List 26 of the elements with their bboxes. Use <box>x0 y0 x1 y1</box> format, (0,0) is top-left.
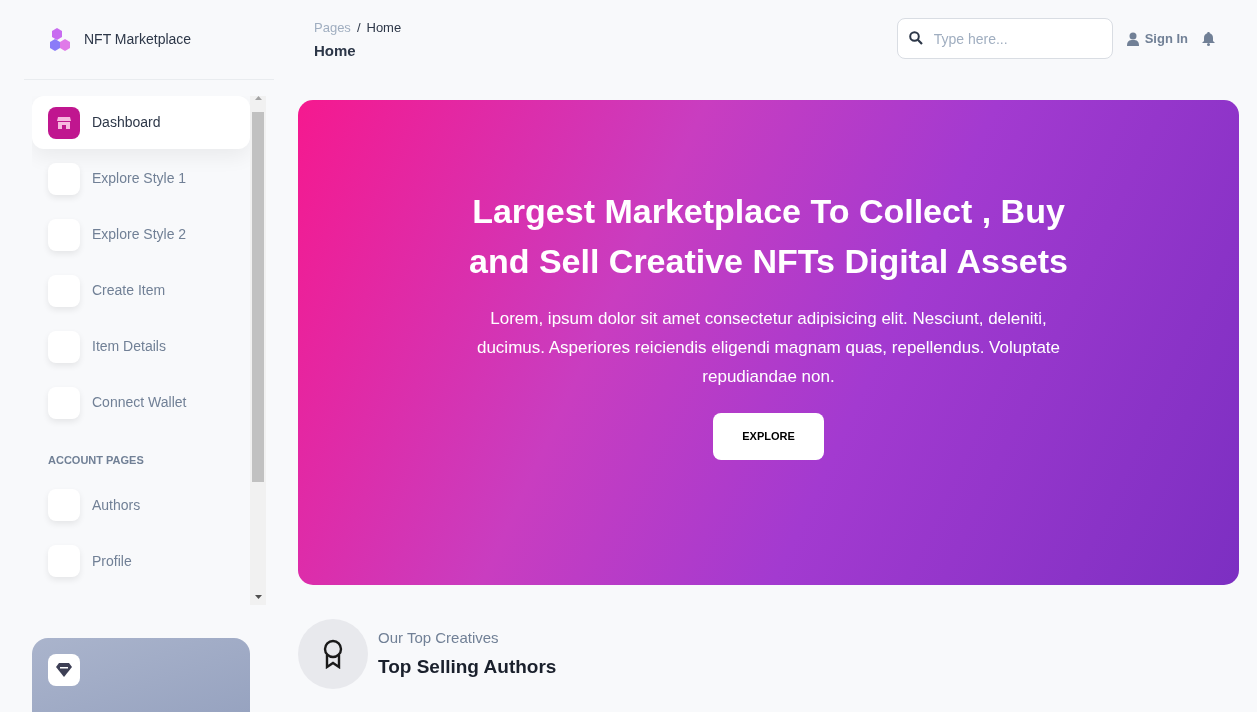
notification-bell-icon[interactable] <box>1202 31 1215 46</box>
section-heading: ACCOUNT PAGES <box>48 453 145 469</box>
section-title: Top Selling Authors <box>378 655 557 679</box>
hero-title: Largest Marketplace To Collect , Buy and Sell Creative NFTs Digital Assets <box>468 191 1069 282</box>
nav-item[interactable]: Profile <box>32 534 250 588</box>
page-title: Home <box>314 40 357 61</box>
nav-item[interactable]: Explore Style 1 <box>32 152 250 206</box>
nav-item[interactable]: Explore Style 2 <box>32 208 250 262</box>
nav-item[interactable]: Connect Wallet <box>32 376 250 430</box>
breadcrumb-separator: / <box>356 19 361 37</box>
brand-name: NFT Marketplace <box>84 30 192 50</box>
nav-item[interactable]: Create Item <box>32 264 250 318</box>
search-field[interactable]: Type here... <box>896 18 1113 59</box>
search-icon <box>908 31 923 45</box>
breadcrumb-current: Home <box>366 19 402 37</box>
section-eyebrow: Our Top Creatives <box>378 627 500 648</box>
user-icon <box>1126 31 1139 46</box>
nav-item[interactable]: Authors <box>32 478 250 532</box>
breadcrumb-link[interactable]: Pages <box>314 18 351 38</box>
nav-item[interactable]: Item Details <box>32 320 250 374</box>
explore-button[interactable]: EXPLORE <box>713 413 824 460</box>
scrollbar[interactable] <box>250 96 266 606</box>
nav-item[interactable]: Dashboard <box>32 96 250 150</box>
sign-in-button[interactable]: Sign In <box>1126 28 1188 49</box>
hero-text: Lorem, ipsum dolor sit amet consectetur adipisicing elit. Nesciunt, deleniti, ducimus. Asperiores reiciendis eligendi magnam quas, repellendus. Voluptate repudiandae non. <box>475 308 1062 388</box>
store-icon <box>48 106 80 139</box>
